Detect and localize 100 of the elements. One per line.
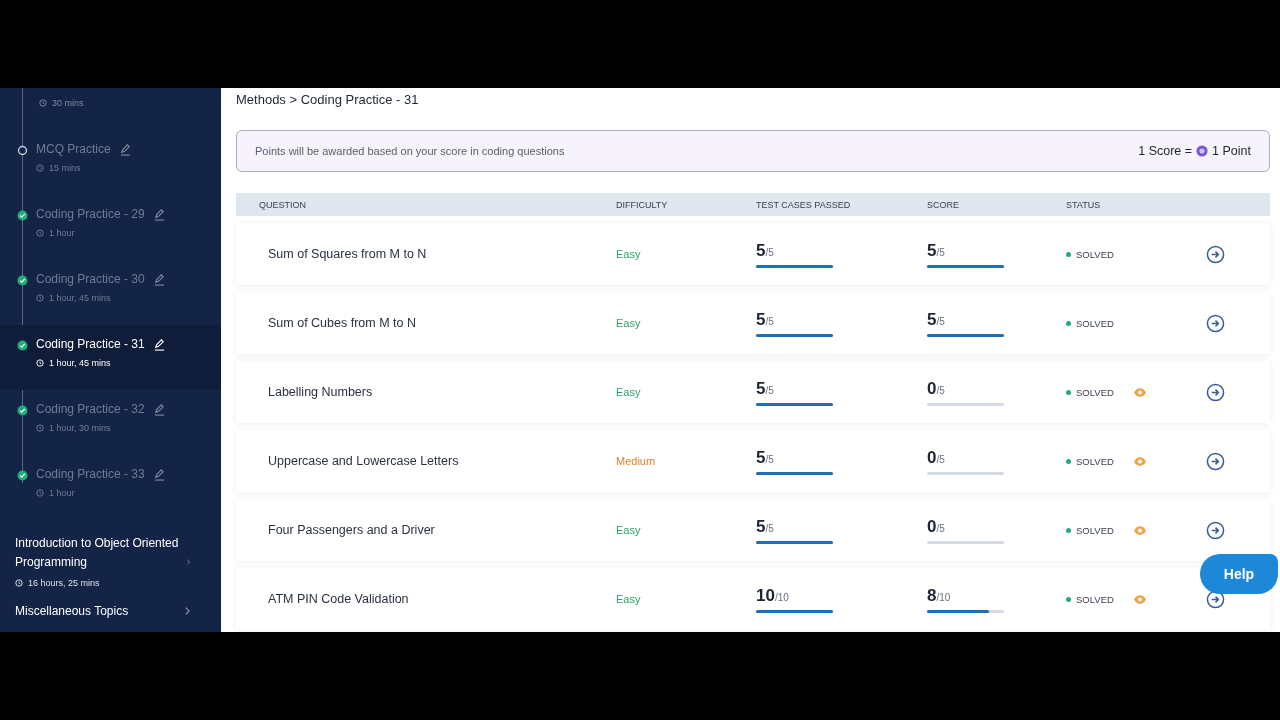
status-text: SOLVED (1076, 455, 1114, 467)
check-circle-icon (17, 210, 28, 221)
duration-text: 16 hours, 25 mins (15, 578, 191, 588)
column-header: SCORE (927, 199, 960, 210)
test-cases-value: 5/5 (756, 309, 774, 330)
question-row[interactable]: Four Passengers and a Driver Easy 5/5 0/5 SOLVED (236, 499, 1270, 561)
check-circle-icon (17, 470, 28, 481)
score-value: 0/5 (927, 447, 945, 468)
item-title: Coding Practice - 33 (36, 467, 145, 481)
check-circle-icon (17, 275, 28, 286)
status-dot-icon (1066, 458, 1071, 464)
status-text: SOLVED (1076, 248, 1114, 260)
difficulty-label: Easy (616, 593, 642, 605)
arrow-right-circle-icon[interactable] (1206, 451, 1225, 471)
pencil-icon (152, 337, 166, 351)
pencil-icon (152, 207, 166, 221)
sidebar-item[interactable]: Coding Practice - 33 1 hour (0, 455, 221, 520)
difficulty-label: Easy (616, 386, 642, 398)
question-title: Sum of Cubes from M to N (267, 316, 417, 330)
clock-icon (36, 424, 44, 432)
question-title: Labelling Numbers (267, 385, 374, 399)
duration-text: 1 hour, 45 mins (36, 293, 166, 303)
score-value: 5/5 (927, 240, 945, 261)
duration-text: 1 hour (36, 488, 166, 498)
point-text: 1 Point (1212, 144, 1251, 158)
pencil-icon (152, 272, 166, 286)
status-text: SOLVED (1076, 317, 1114, 329)
section-title[interactable]: Introduction to Object Oriented Programming (15, 534, 181, 572)
score-value: 0/5 (927, 516, 945, 537)
duration-text: 15 mins (36, 163, 132, 173)
question-title: ATM PIN Code Validation (267, 592, 410, 606)
status-dot-icon (1066, 389, 1071, 395)
info-text: Points will be awarded based on your score in coding questions (255, 145, 565, 157)
question-title: Sum of Squares from M to N (267, 247, 428, 261)
breadcrumb: Methods > Coding Practice - 31 (236, 92, 420, 107)
clock-icon (36, 294, 44, 302)
circle-icon (17, 145, 28, 156)
sidebar-item[interactable]: Coding Practice - 32 1 hour, 30 mins (0, 390, 221, 455)
pencil-icon (118, 142, 132, 156)
clock-icon (36, 229, 44, 237)
duration-text: 1 hour, 45 mins (36, 358, 166, 368)
difficulty-label: Medium (616, 455, 657, 467)
item-title: Coding Practice - 31 (36, 337, 145, 351)
clock-icon (39, 99, 47, 107)
difficulty-label: Easy (616, 524, 642, 536)
pencil-icon (152, 402, 166, 416)
section-title[interactable]: Miscellaneous Topics (15, 602, 129, 621)
test-cases-value: 5/5 (756, 516, 774, 537)
pencil-icon (152, 467, 166, 481)
question-title: Four Passengers and a Driver (267, 523, 436, 537)
score-value: 8/10 (927, 585, 951, 606)
arrow-right-circle-icon[interactable] (1206, 244, 1225, 264)
difficulty-label: Easy (616, 248, 642, 260)
test-cases-value: 5/5 (756, 240, 774, 261)
item-title: MCQ Practice (36, 142, 111, 156)
question-row[interactable]: Sum of Cubes from M to N Easy 5/5 5/5 SOLVED (236, 292, 1270, 354)
clock-icon (36, 164, 44, 172)
duration-text: 30 mins (39, 98, 221, 108)
status-text: SOLVED (1076, 593, 1114, 605)
status-dot-icon (1066, 596, 1071, 602)
clock-icon (36, 359, 44, 367)
difficulty-label: Easy (616, 317, 642, 329)
status-dot-icon (1066, 527, 1071, 533)
status-dot-icon (1066, 251, 1071, 257)
score-value: 0/5 (927, 378, 945, 399)
column-header: STATUS (1066, 199, 1102, 210)
question-row[interactable]: Uppercase and Lowercase Letters Medium 5/5 0/5 SOLVED (236, 430, 1270, 492)
sidebar-item[interactable]: MCQ Practice 15 mins (0, 130, 221, 195)
test-cases-value: 5/5 (756, 378, 774, 399)
test-cases-value: 5/5 (756, 447, 774, 468)
chevron-right-icon[interactable] (184, 606, 191, 616)
status-text: SOLVED (1076, 524, 1114, 536)
duration-text: 1 hour (36, 228, 166, 238)
test-cases-value: 10/10 (756, 585, 789, 606)
column-header: TEST CASES PASSED (756, 199, 852, 210)
column-header: QUESTION (258, 199, 307, 210)
arrow-right-circle-icon[interactable] (1206, 520, 1225, 540)
question-row[interactable]: Labelling Numbers Easy 5/5 0/5 SOLVED (236, 361, 1270, 423)
check-circle-icon (17, 405, 28, 416)
coin-icon (1196, 145, 1209, 157)
status-text: SOLVED (1076, 386, 1114, 398)
sidebar-item[interactable]: Coding Practice - 31 1 hour, 45 mins (0, 325, 221, 390)
item-title: Coding Practice - 30 (36, 272, 145, 286)
column-header: DIFFICULTY (616, 199, 669, 210)
sidebar-item[interactable]: Coding Practice - 29 1 hour (0, 195, 221, 260)
question-title: Uppercase and Lowercase Letters (267, 454, 460, 468)
status-dot-icon (1066, 320, 1071, 326)
clock-icon (15, 579, 23, 587)
sidebar-item[interactable]: Coding Practice - 30 1 hour, 45 mins (0, 260, 221, 325)
item-title: Coding Practice - 29 (36, 207, 145, 221)
question-row[interactable]: Sum of Squares from M to N Easy 5/5 5/5 SOLVED (236, 223, 1270, 285)
clock-icon (36, 489, 44, 497)
arrow-right-circle-icon[interactable] (1206, 382, 1225, 402)
score-text: 1 Score = (1138, 144, 1193, 158)
duration-text: 1 hour, 30 mins (36, 423, 166, 433)
item-title: Coding Practice - 32 (36, 402, 145, 416)
help-button[interactable]: Help (1200, 554, 1278, 594)
check-circle-icon (17, 340, 28, 351)
score-value: 5/5 (927, 309, 945, 330)
arrow-right-circle-icon[interactable] (1206, 313, 1225, 333)
